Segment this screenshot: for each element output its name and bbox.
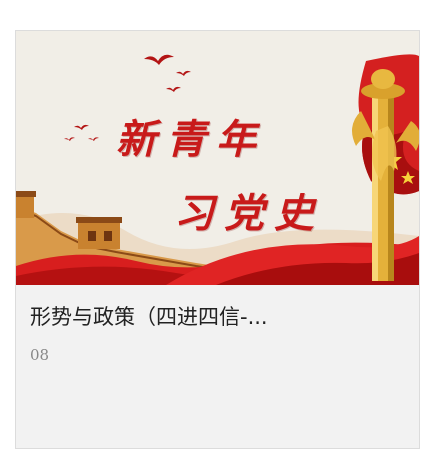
- course-title[interactable]: 形势与政策（四进四信-...: [30, 301, 405, 331]
- course-card[interactable]: 新青年 习党史 形势与政策（四进四信-... 08: [15, 30, 420, 449]
- cover-headline-line2: 习党史: [174, 190, 324, 237]
- course-cover-image[interactable]: 新青年 习党史: [16, 31, 419, 285]
- course-meta: 08: [30, 346, 50, 364]
- cover-headline-line1: 新青年: [116, 116, 266, 163]
